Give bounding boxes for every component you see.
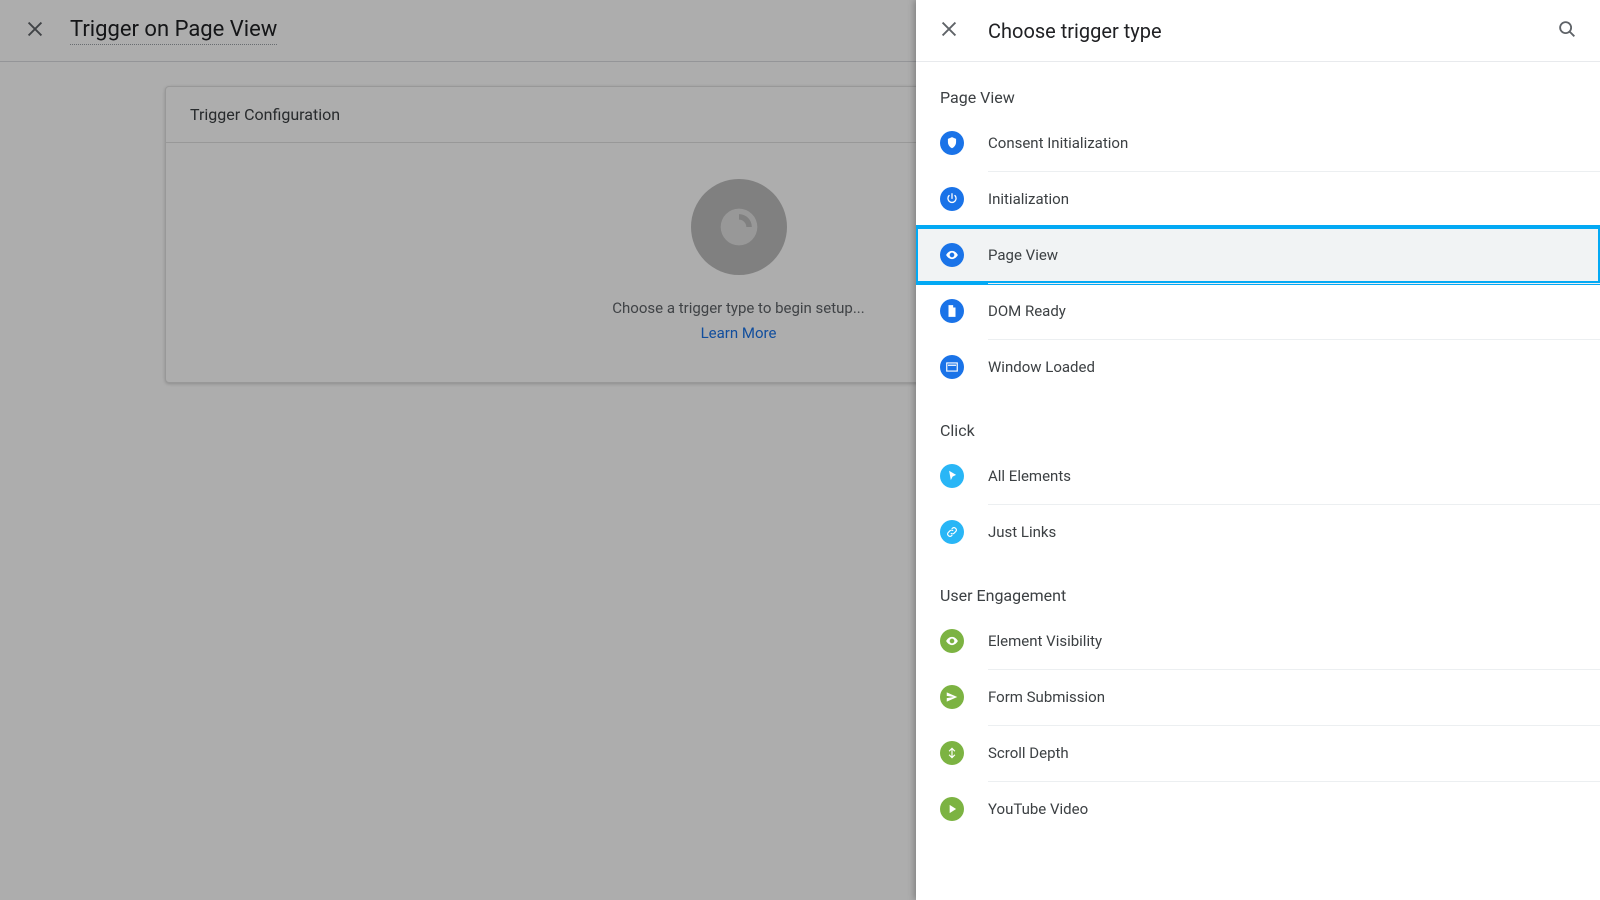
- trigger-section: Click All Elements Just Links: [916, 395, 1600, 560]
- trigger-type-item[interactable]: Window Loaded: [916, 339, 1600, 395]
- trigger-type-label: Just Links: [988, 523, 1056, 541]
- section-title: User Engagement: [916, 586, 1600, 605]
- scroll-icon: [940, 741, 964, 765]
- panel-header: Choose trigger type: [916, 0, 1600, 62]
- panel-title: Choose trigger type: [988, 19, 1528, 43]
- search-icon[interactable]: [1556, 18, 1578, 44]
- trigger-type-label: DOM Ready: [988, 302, 1066, 320]
- play-icon: [940, 797, 964, 821]
- link-icon: [940, 520, 964, 544]
- trigger-type-item[interactable]: Page View: [916, 227, 1600, 283]
- shield-icon: [940, 131, 964, 155]
- power-icon: [940, 187, 964, 211]
- trigger-type-label: YouTube Video: [988, 800, 1088, 818]
- eye-icon: [940, 243, 964, 267]
- trigger-type-label: Page View: [988, 246, 1058, 264]
- close-icon[interactable]: [938, 18, 960, 44]
- trigger-type-item[interactable]: DOM Ready: [916, 283, 1600, 339]
- trigger-type-label: Consent Initialization: [988, 134, 1128, 152]
- section-items: Element Visibility Form Submission Scroll …: [916, 605, 1600, 837]
- app-root: Trigger on Page View Trigger Configurati…: [0, 0, 1600, 900]
- window-icon: [940, 355, 964, 379]
- trigger-type-item[interactable]: Form Submission: [916, 669, 1600, 725]
- section-items: Consent Initialization Initialization Page…: [916, 107, 1600, 395]
- section-title: Page View: [916, 88, 1600, 107]
- section-items: All Elements Just Links: [916, 440, 1600, 560]
- trigger-type-label: Initialization: [988, 190, 1069, 208]
- trigger-type-item[interactable]: Just Links: [916, 504, 1600, 560]
- trigger-type-item[interactable]: YouTube Video: [916, 781, 1600, 837]
- send-icon: [940, 685, 964, 709]
- trigger-section: User Engagement Element Visibility Form Su…: [916, 560, 1600, 837]
- cursor-icon: [940, 464, 964, 488]
- trigger-type-item[interactable]: Scroll Depth: [916, 725, 1600, 781]
- eye-icon: [940, 629, 964, 653]
- trigger-type-label: Window Loaded: [988, 358, 1095, 376]
- trigger-type-item[interactable]: All Elements: [916, 448, 1600, 504]
- panel-body: Page View Consent Initialization Initializ…: [916, 62, 1600, 900]
- trigger-type-item[interactable]: Initialization: [916, 171, 1600, 227]
- trigger-type-item[interactable]: Element Visibility: [916, 613, 1600, 669]
- trigger-type-panel: Choose trigger type Page ViewConsent Ini…: [916, 0, 1600, 900]
- trigger-section: Page View Consent Initialization Initializ…: [916, 62, 1600, 395]
- section-title: Click: [916, 421, 1600, 440]
- trigger-type-label: Form Submission: [988, 688, 1105, 706]
- trigger-type-label: Element Visibility: [988, 632, 1102, 650]
- trigger-type-item[interactable]: Consent Initialization: [916, 115, 1600, 171]
- trigger-type-label: Scroll Depth: [988, 744, 1069, 762]
- doc-icon: [940, 299, 964, 323]
- trigger-type-label: All Elements: [988, 467, 1071, 485]
